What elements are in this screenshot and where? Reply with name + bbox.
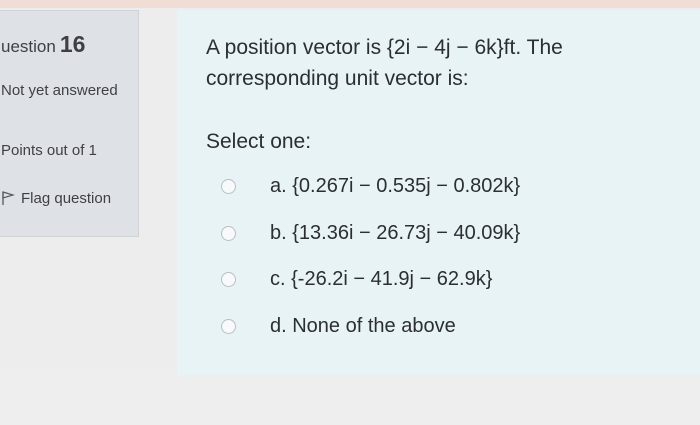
radio-a[interactable]	[221, 178, 236, 194]
radio-d[interactable]	[221, 318, 236, 334]
radio-c[interactable]	[221, 271, 236, 287]
question-info-panel: uestion 16 Not yet answered Points out of…	[0, 10, 139, 237]
option-d-label: d. None of the above	[270, 314, 456, 337]
option-b[interactable]: b. {13.36i − 26.73j − 40.09k}	[221, 218, 641, 248]
option-b-label: b. {13.36i − 26.73j − 40.09k}	[270, 221, 521, 244]
option-a-label: a. {0.267i − 0.535j − 0.802k}	[270, 174, 521, 197]
option-c-label: c. {-26.2i − 41.9j − 62.9k}	[270, 267, 493, 290]
question-label: uestion	[1, 37, 56, 56]
flag-icon	[2, 191, 15, 205]
radio-b[interactable]	[221, 225, 236, 241]
option-c[interactable]: c. {-26.2i − 41.9j − 62.9k}	[221, 264, 641, 294]
option-d[interactable]: d. None of the above	[221, 311, 641, 341]
top-strip	[0, 0, 700, 8]
flag-label: Flag question	[21, 190, 112, 207]
flag-question-link[interactable]: Flag question	[1, 186, 131, 212]
question-number-value: 16	[59, 31, 86, 57]
option-a[interactable]: a. {0.267i − 0.535j − 0.802k}	[221, 171, 641, 201]
question-number: uestion 16	[1, 31, 85, 58]
select-prompt: Select one:	[206, 130, 312, 153]
page-background-bottom	[0, 375, 700, 425]
question-state: Not yet answered	[1, 82, 118, 99]
question-text: A position vector is {2i − 4j − 6k}ft. T…	[206, 36, 563, 90]
question-grade: Points out of 1	[1, 142, 97, 159]
question-content: A position vector is {2i − 4j − 6k}ft. T…	[177, 10, 700, 375]
